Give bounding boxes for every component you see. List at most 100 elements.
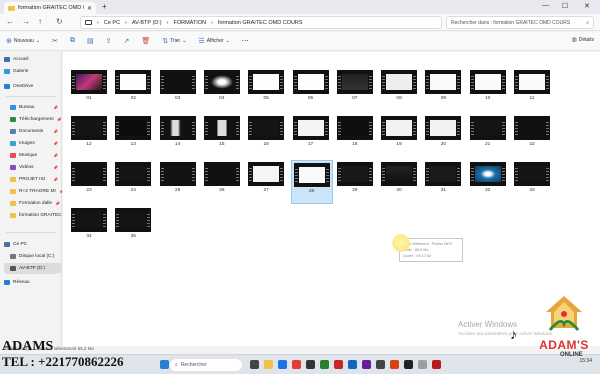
video-file-item[interactable]: 19 [379, 114, 421, 158]
sidebar-item[interactable]: Musique 📌 [4, 150, 62, 160]
back-icon[interactable]: ← [6, 17, 14, 26]
video-file-item[interactable]: 06 [291, 68, 333, 112]
video-file-item[interactable]: 28 [290, 160, 333, 204]
sidebar-item[interactable]: PROJET ISI 📌 [4, 174, 62, 184]
app-icon[interactable] [306, 360, 315, 369]
video-file-item[interactable]: 23 [69, 160, 111, 204]
address-bar[interactable]: › Ce PC › AV-BTP (D:) › FORMATION › form… [80, 16, 442, 29]
video-file-item[interactable]: 35 [113, 206, 155, 250]
chrome-icon[interactable] [292, 360, 301, 369]
app-icon[interactable] [418, 360, 427, 369]
sidebar-item[interactable]: R+2 TRAORE Mr 📌 [4, 186, 62, 196]
sidebar-item[interactable]: Formation dalle 📌 [4, 198, 62, 208]
app-icon[interactable] [432, 360, 441, 369]
video-file-item[interactable]: 01 [69, 68, 111, 112]
app-icon[interactable] [404, 360, 413, 369]
sidebar-item[interactable]: Accueil [4, 54, 62, 64]
app-icon[interactable] [320, 360, 329, 369]
taskbar-search[interactable]: ⌕ Rechercher [170, 359, 242, 371]
maximize-button[interactable]: ☐ [562, 2, 568, 10]
video-file-item[interactable]: 26 [202, 160, 244, 204]
sidebar-item[interactable]: Vidéos 📌 [4, 162, 62, 172]
breadcrumb-drive[interactable]: AV-BTP (D:) [132, 20, 162, 26]
share-button[interactable]: ↗ [123, 37, 129, 45]
video-file-item[interactable]: 05 [246, 68, 288, 112]
app-icon[interactable] [376, 360, 385, 369]
video-file-item[interactable]: 09 [423, 68, 465, 112]
sidebar-item[interactable]: Galerie [4, 66, 62, 76]
video-thumbnail [381, 70, 418, 94]
file-explorer-icon[interactable] [264, 360, 273, 369]
explorer-tab[interactable]: formation GRAITEC OMD COU ✕ [4, 2, 96, 14]
sidebar-item[interactable]: Images 📌 [4, 138, 62, 148]
video-file-item[interactable]: 21 [468, 114, 510, 158]
edge-icon[interactable] [278, 360, 287, 369]
video-file-item[interactable]: 27 [246, 160, 288, 204]
paste-button[interactable]: ▤ [87, 37, 94, 45]
rename-button[interactable]: ⇪ [106, 37, 112, 45]
sidebar-item[interactable]: Documents 📌 [4, 126, 62, 136]
refresh-icon[interactable]: ↻ [56, 17, 63, 26]
breadcrumb-folder[interactable]: formation GRAITEC OMD COURS [218, 20, 303, 26]
video-file-item[interactable]: 15 [202, 114, 244, 158]
sidebar-item[interactable]: OneDrive [4, 81, 62, 91]
start-icon[interactable] [160, 360, 169, 369]
app-icon[interactable] [348, 360, 357, 369]
video-file-item[interactable]: 13 [113, 114, 155, 158]
search-input[interactable]: Rechercher dans : formation GRAITEC OMD … [446, 16, 594, 29]
app-icon[interactable] [390, 360, 399, 369]
video-file-item[interactable]: 12 [69, 114, 111, 158]
video-file-item[interactable]: 10 [468, 68, 510, 112]
video-file-item[interactable]: 25 [158, 160, 200, 204]
sidebar-item[interactable]: Ce PC [4, 239, 62, 249]
more-button[interactable]: ⋯ [242, 37, 249, 45]
new-button[interactable]: ⊕ Nouveau ⌄ [6, 37, 40, 45]
task-view-icon[interactable] [250, 360, 259, 369]
cut-button[interactable]: ✂ [52, 37, 58, 45]
video-file-item[interactable]: 20 [423, 114, 465, 158]
film-strip-icon [368, 74, 372, 90]
video-file-item[interactable]: 24 [113, 160, 155, 204]
breadcrumb-formation[interactable]: FORMATION [173, 20, 206, 26]
new-tab-button[interactable]: + [102, 2, 107, 11]
sidebar-item[interactable]: Téléchargement 📌 [4, 114, 62, 124]
copy-button[interactable]: ⧉ [70, 37, 75, 45]
breadcrumb-ce-pc[interactable]: Ce PC [104, 20, 120, 26]
sidebar-item[interactable]: Disque local (C:) [4, 251, 62, 261]
video-file-item[interactable]: 34 [69, 206, 111, 250]
video-file-item[interactable]: 33 [512, 160, 554, 204]
video-file-item[interactable]: 18 [335, 114, 377, 158]
app-icon[interactable] [334, 360, 343, 369]
video-file-item[interactable]: 22 [512, 114, 554, 158]
close-tab-icon[interactable]: ✕ [87, 5, 92, 12]
video-file-item[interactable]: 07 [335, 68, 377, 112]
video-thumbnail [159, 70, 196, 94]
sidebar-item[interactable]: Bureau 📌 [4, 102, 62, 112]
view-button[interactable]: ☰ Afficher ⌄ [198, 37, 229, 45]
video-file-item[interactable]: 31 [423, 160, 465, 204]
close-window-button[interactable]: ✕ [584, 2, 590, 10]
video-file-item[interactable]: 16 [246, 114, 288, 158]
video-file-item[interactable]: 02 [113, 68, 155, 112]
forward-icon[interactable]: → [22, 17, 30, 26]
sidebar-item[interactable]: AV-BTP (D:) [4, 263, 62, 273]
sort-button[interactable]: ⇅ Trier ⌄ [162, 37, 186, 45]
app-icon[interactable] [362, 360, 371, 369]
video-file-item[interactable]: 30 [379, 160, 421, 204]
video-file-item[interactable]: 14 [158, 114, 200, 158]
delete-button[interactable]: 🗑 [141, 37, 150, 45]
film-strip-icon [249, 166, 253, 182]
video-thumbnail [203, 116, 240, 140]
video-file-item[interactable]: 17 [291, 114, 333, 158]
up-icon[interactable]: ↑ [38, 17, 42, 26]
video-file-item[interactable]: 29 [335, 160, 377, 204]
sidebar-item[interactable]: formation GRAITEC [4, 210, 62, 220]
video-file-item[interactable]: 03 [158, 68, 200, 112]
details-button[interactable]: ▥ Détails [572, 37, 594, 43]
video-file-item[interactable]: 32 [468, 160, 510, 204]
video-file-item[interactable]: 04 [202, 68, 244, 112]
minimize-button[interactable]: — [542, 2, 549, 9]
video-file-item[interactable]: 11 [512, 68, 554, 112]
video-file-item[interactable]: 08 [379, 68, 421, 112]
sidebar-item[interactable]: Réseau [4, 277, 62, 287]
